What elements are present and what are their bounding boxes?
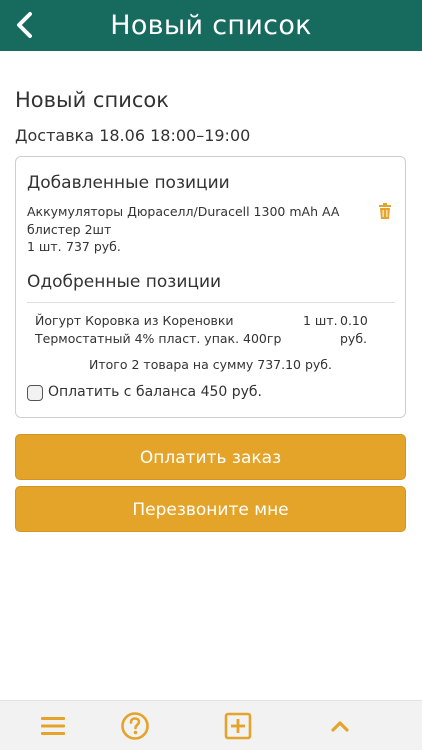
app-header: Новый список: [0, 0, 422, 51]
approved-item-name: Йогурт Коровка из Кореновки Термостатный…: [35, 313, 282, 346]
chevron-up-icon[interactable]: [325, 711, 355, 741]
added-items-title: Добавленные позиции: [27, 173, 230, 193]
approved-item-price: 0.10 руб.: [340, 313, 368, 346]
bottom-nav: [0, 700, 422, 750]
menu-icon[interactable]: [38, 711, 68, 741]
delivery-time: Доставка 18.06 18:00–19:00: [15, 126, 251, 145]
divider: [27, 302, 395, 303]
added-item-qty: 1 шт.: [27, 239, 62, 254]
callback-button[interactable]: Перезвоните мне: [15, 486, 406, 532]
trash-icon[interactable]: [378, 203, 392, 219]
pay-order-button[interactable]: Оплатить заказ: [15, 434, 406, 480]
added-item-price: 737 руб.: [66, 239, 121, 254]
page-title: Новый список: [15, 88, 169, 112]
approved-item-qty: 1 шт.: [303, 313, 338, 328]
approved-items-title: Одобренные позиции: [27, 272, 222, 292]
help-icon[interactable]: [120, 711, 150, 741]
added-item-name: Аккумуляторы Дюраселл/Duracell 1300 mAh …: [27, 204, 340, 237]
balance-checkbox[interactable]: [27, 385, 43, 401]
header-title: Новый список: [110, 10, 312, 41]
order-card: Добавленные позиции Аккумуляторы Дюрасел…: [15, 156, 406, 418]
order-total: Итого 2 товара на сумму 737.10 руб.: [89, 357, 332, 372]
add-icon[interactable]: [223, 711, 253, 741]
balance-checkbox-label[interactable]: Оплатить с баланса 450 руб.: [48, 384, 262, 400]
